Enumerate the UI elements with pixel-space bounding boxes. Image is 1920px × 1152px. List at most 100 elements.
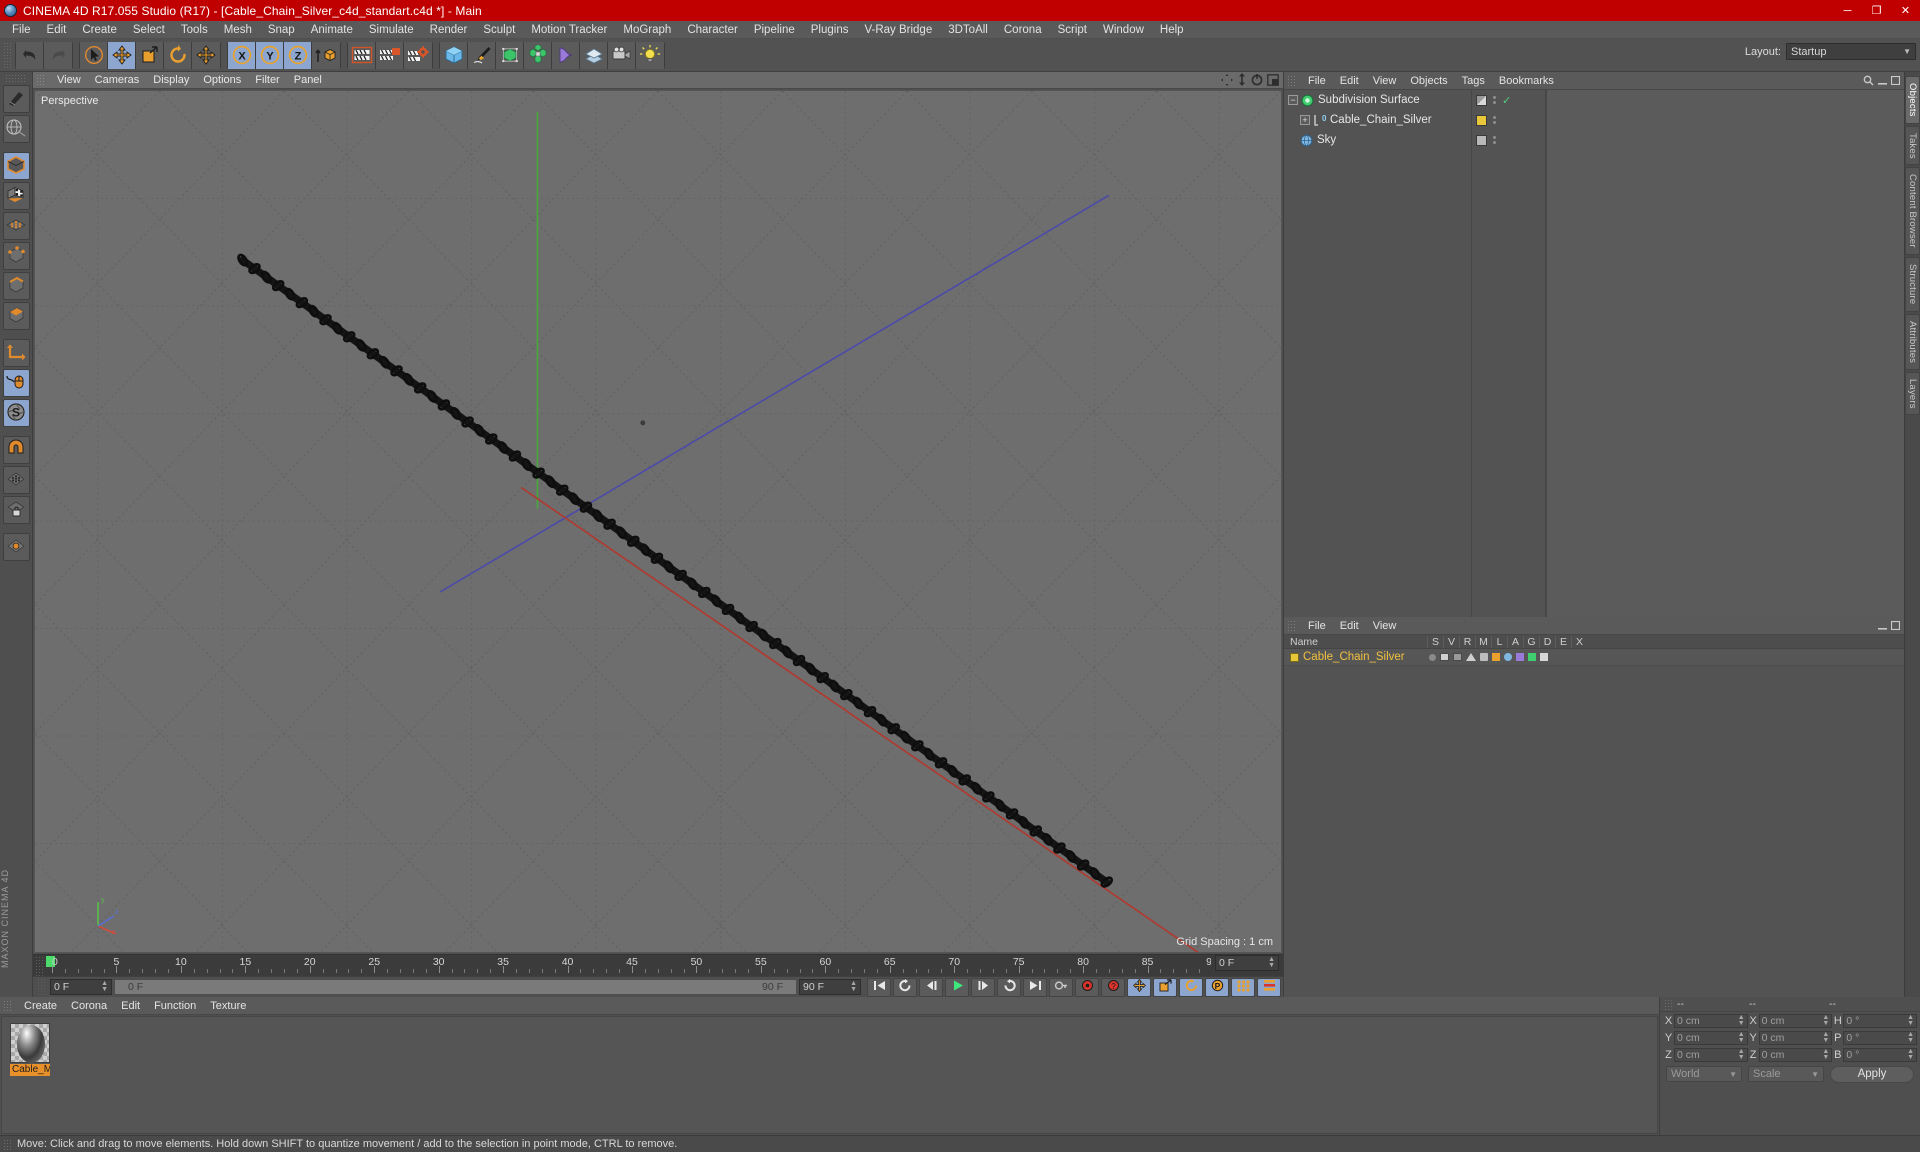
visibility-check-icon[interactable]: ✓ — [1502, 94, 1511, 107]
timeline-end-field[interactable]: 0 F ▲ ▼ — [1211, 955, 1283, 971]
layer-name-cell[interactable]: Cable_Chain_Silver — [1284, 651, 1427, 663]
solo-toggle-icon[interactable] — [1429, 653, 1436, 661]
timeline-grip[interactable] — [35, 956, 44, 976]
tag-swatch[interactable] — [1476, 94, 1487, 106]
keyframe-mode-button[interactable] — [1257, 977, 1281, 997]
object-manager-empty-space[interactable] — [1546, 90, 1904, 617]
maximize-dock-icon[interactable] — [1891, 621, 1900, 630]
generator-toggle-icon[interactable] — [1504, 653, 1512, 661]
size-z-field[interactable]: Z 0 cm ▲ ▼ — [1748, 1047, 1833, 1062]
material-menu-create[interactable]: Create — [17, 997, 64, 1015]
menu-tools[interactable]: Tools — [173, 21, 216, 39]
spinner-icon[interactable]: ▲ ▼ — [850, 980, 857, 993]
viewport-menu-display[interactable]: Display — [146, 72, 196, 89]
undo-button[interactable] — [16, 41, 44, 69]
add-generator-button[interactable] — [496, 41, 524, 69]
play-button[interactable] — [945, 977, 969, 997]
go-to-start-button[interactable] — [867, 977, 891, 997]
object-manager-menu-edit[interactable]: Edit — [1333, 72, 1366, 90]
layer-toggles[interactable] — [1427, 653, 1548, 661]
step-back-button[interactable] — [919, 977, 943, 997]
lock-z-axis-button[interactable]: Z — [284, 41, 312, 69]
make-editable-tool[interactable] — [2, 85, 30, 113]
menu-pipeline[interactable]: Pipeline — [746, 21, 803, 39]
planar-tool[interactable] — [2, 533, 30, 561]
layer-manager-menu-file[interactable]: File — [1301, 617, 1333, 635]
apply-button[interactable]: Apply — [1830, 1065, 1914, 1083]
viewport-menu-options[interactable]: Options — [196, 72, 248, 89]
object-tags[interactable] — [1472, 110, 1545, 130]
transport-grip[interactable] — [37, 977, 46, 998]
zoom-vertical-icon[interactable] — [1237, 73, 1247, 86]
menu-render[interactable]: Render — [422, 21, 476, 39]
tree-expander-icon[interactable]: − — [1288, 95, 1298, 105]
viewport-menu-cameras[interactable]: Cameras — [88, 72, 147, 89]
polygon-mode-tool[interactable] — [2, 302, 30, 330]
tag-swatch[interactable] — [1476, 134, 1487, 146]
menu-file[interactable]: File — [4, 21, 39, 39]
move-tool-button[interactable] — [108, 41, 136, 69]
layer-row[interactable]: Cable_Chain_Silver — [1284, 649, 1904, 666]
object-row[interactable]: +0 Cable_Chain_Silver — [1284, 110, 1471, 130]
viewport-solo-tool[interactable] — [2, 369, 30, 397]
menu-help[interactable]: Help — [1152, 21, 1192, 39]
object-tree-area[interactable]: − Subdivision Surface +0 Cable_Chain_Silver… — [1284, 90, 1904, 617]
record-pla-button[interactable] — [1231, 977, 1255, 997]
keyframe-selection-button[interactable]: ? — [1101, 977, 1125, 997]
lock-workplane-tool[interactable] — [2, 496, 30, 524]
point-mode-tool[interactable] — [2, 242, 30, 270]
rotation-b-field[interactable]: B 0 ° ▲ ▼ — [1832, 1047, 1918, 1062]
render-view-button[interactable] — [348, 41, 376, 69]
material-item[interactable]: Cable_M — [10, 1023, 50, 1076]
menu-window[interactable]: Window — [1095, 21, 1152, 39]
material-list[interactable]: Cable_M — [1, 1016, 1658, 1134]
material-manager-grip[interactable] — [3, 999, 12, 1012]
layer-column-s[interactable]: S — [1427, 635, 1443, 648]
layer-manager-menu-view[interactable]: View — [1366, 617, 1404, 635]
object-manager-menu-file[interactable]: File — [1301, 72, 1333, 90]
frame-ruler[interactable]: 0 5 10 15 20 25 30 35 40 45 50 55 60 65 70 75 80 85 90 — [46, 955, 1211, 977]
minimize-dock-icon[interactable] — [1878, 76, 1887, 85]
rotate-icon[interactable] — [1251, 73, 1263, 86]
vertical-tab-structure[interactable]: Structure — [1905, 257, 1920, 312]
viewport-menu-view[interactable]: View — [50, 72, 88, 89]
scale-tool-button[interactable] — [136, 41, 164, 69]
go-to-end-button[interactable] — [1023, 977, 1047, 997]
layer-rows[interactable]: Cable_Chain_Silver — [1284, 649, 1904, 666]
layer-column-l[interactable]: L — [1491, 635, 1507, 648]
menu-simulate[interactable]: Simulate — [361, 21, 422, 39]
coordinates-grip[interactable] — [1664, 998, 1673, 1010]
left-palette-grip[interactable] — [5, 74, 27, 82]
menu-create[interactable]: Create — [74, 21, 125, 39]
menu-motion-tracker[interactable]: Motion Tracker — [523, 21, 615, 39]
layer-list-area[interactable]: Name S V R M L A G D E X Cable_Chain_Silver — [1284, 635, 1904, 997]
position-z-field[interactable]: Z 0 cm ▲ ▼ — [1663, 1047, 1748, 1062]
select-tool-button[interactable] — [80, 41, 108, 69]
lock-y-axis-button[interactable]: Y — [256, 41, 284, 69]
rotate-tool-button[interactable] — [164, 41, 192, 69]
current-frame-field[interactable]: 0 F ▲ ▼ — [50, 979, 112, 995]
size-x-field[interactable]: X 0 cm ▲ ▼ — [1748, 1013, 1833, 1028]
material-menu-edit[interactable]: Edit — [114, 997, 147, 1015]
layer-column-r[interactable]: R — [1459, 635, 1475, 648]
menu-animate[interactable]: Animate — [303, 21, 361, 39]
rotation-p-field[interactable]: P 0 ° ▲ ▼ — [1832, 1030, 1918, 1045]
minimize-dock-icon[interactable] — [1878, 621, 1887, 630]
material-menu-texture[interactable]: Texture — [203, 997, 253, 1015]
tag-swatch[interactable] — [1476, 114, 1487, 126]
menu-mesh[interactable]: Mesh — [216, 21, 260, 39]
material-menu-function[interactable]: Function — [147, 997, 203, 1015]
workplane-tool[interactable]: S — [2, 399, 30, 427]
transform-mode-dropdown[interactable]: Scale ▼ — [1748, 1066, 1824, 1082]
add-cube-button[interactable] — [440, 41, 468, 69]
edge-mode-tool[interactable] — [2, 272, 30, 300]
layer-column-a[interactable]: A — [1507, 635, 1523, 648]
minimize-button[interactable]: ─ — [1833, 0, 1862, 21]
pan-icon[interactable] — [1221, 73, 1233, 86]
add-camera-button[interactable] — [608, 41, 636, 69]
autokeying-button[interactable] — [1075, 977, 1099, 997]
vertical-tab-content-browser[interactable]: Content Browser — [1905, 167, 1920, 256]
size-y-field[interactable]: Y 0 cm ▲ ▼ — [1748, 1030, 1833, 1045]
lock-toggle-icon[interactable] — [1480, 653, 1488, 661]
object-tags[interactable]: ✓ — [1472, 90, 1545, 110]
